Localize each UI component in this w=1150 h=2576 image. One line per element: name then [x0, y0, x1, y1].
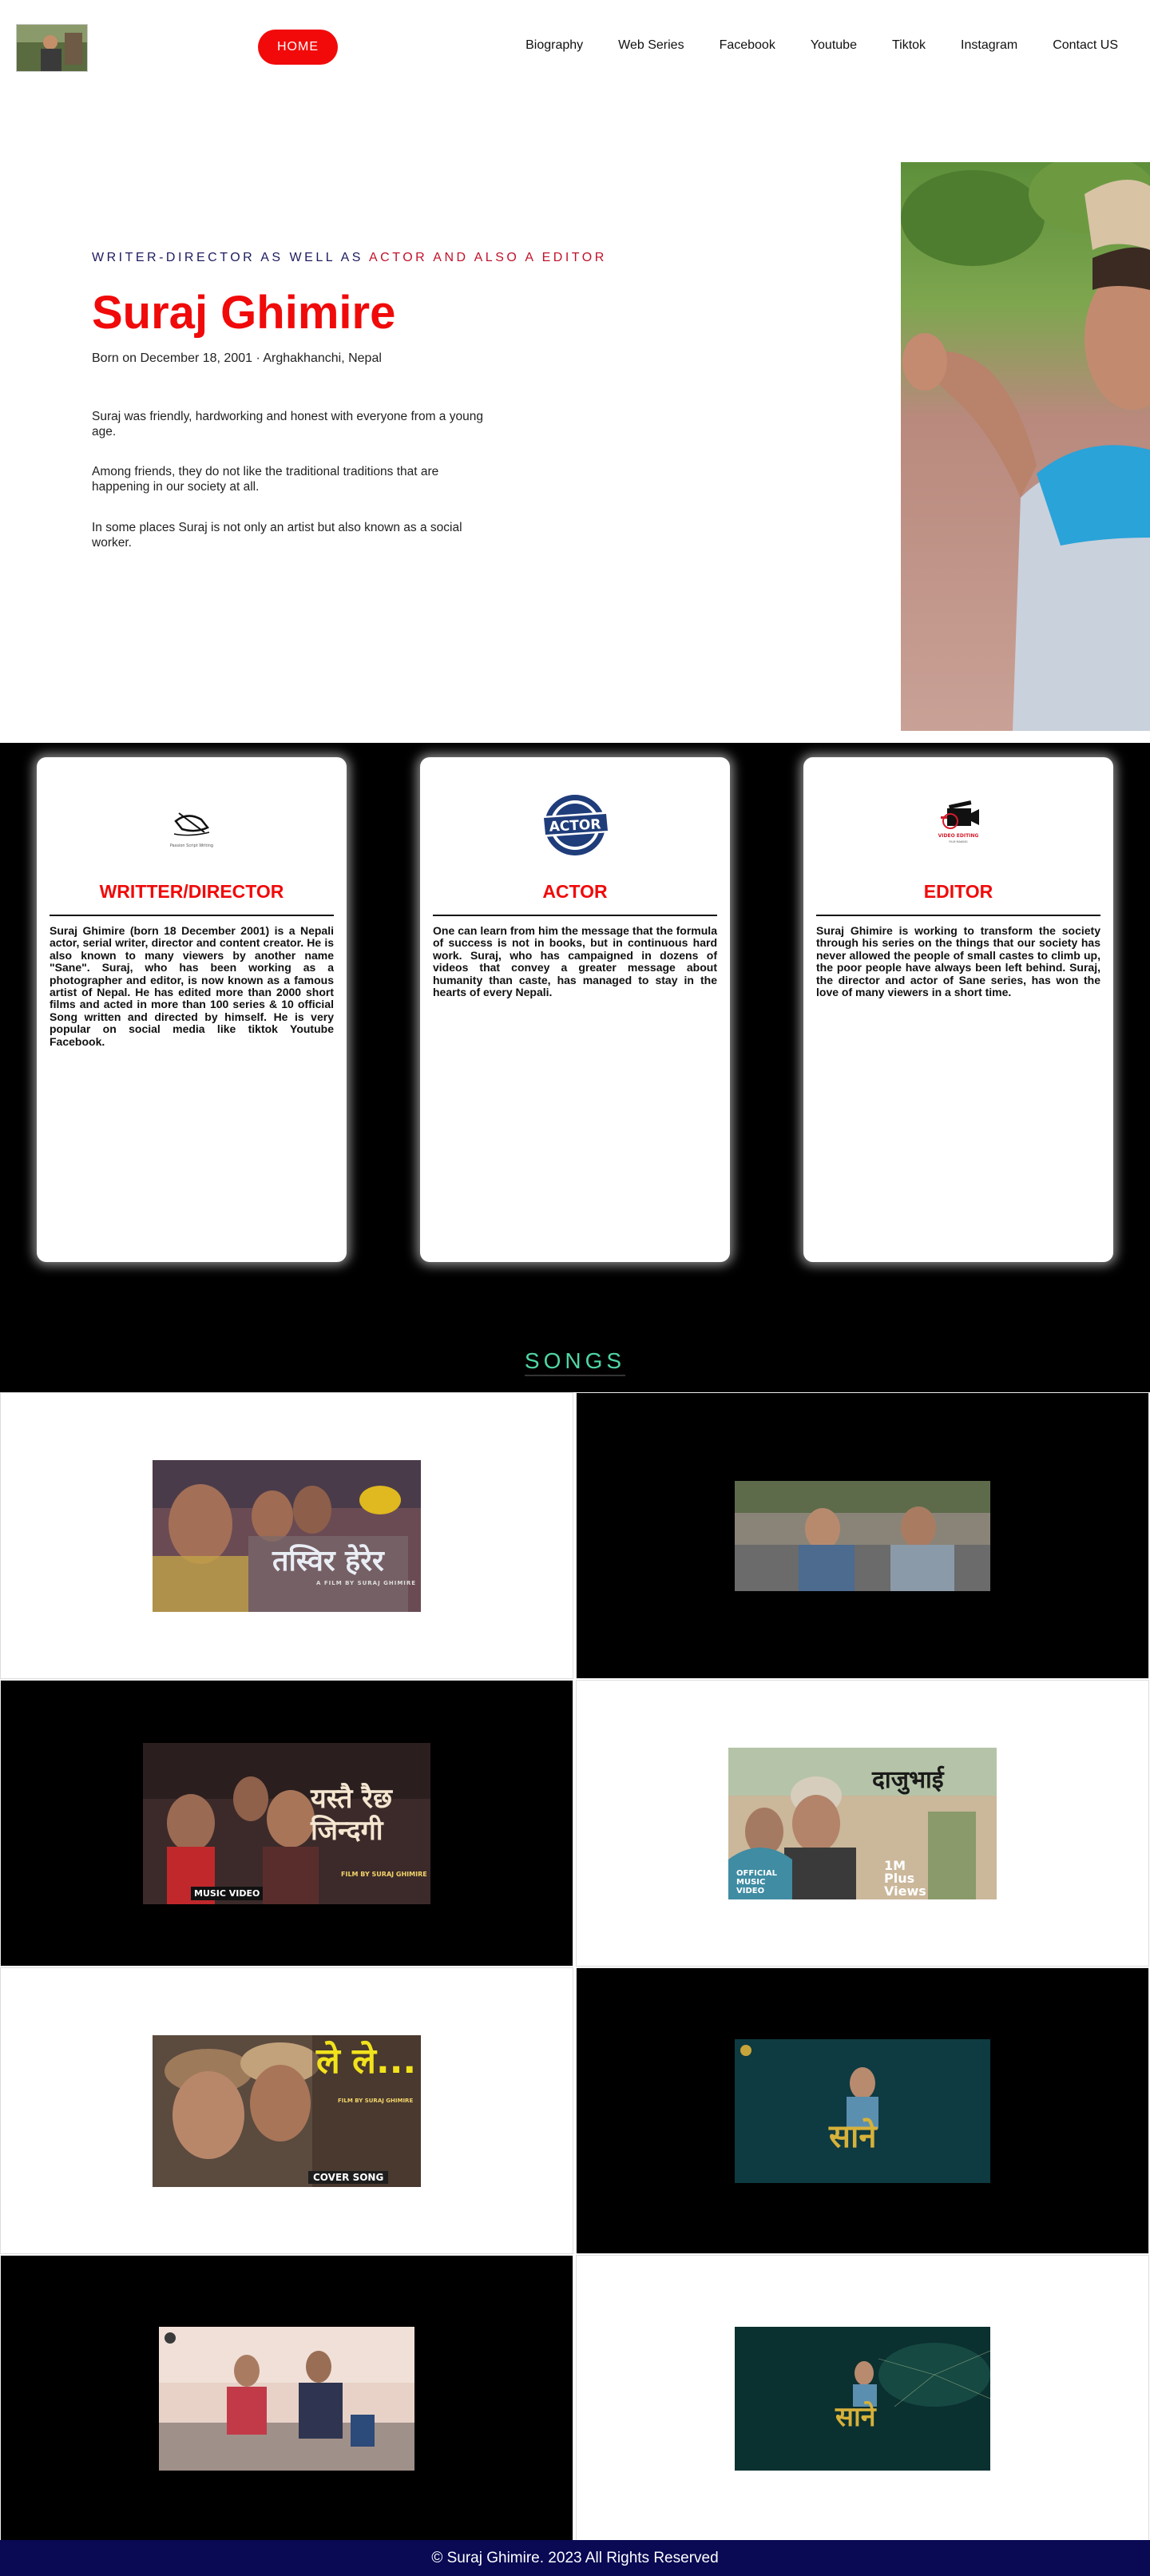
- song-badge: COVER SONG: [308, 2170, 389, 2184]
- nav-link-web-series[interactable]: Web Series: [618, 38, 684, 53]
- song-thumbnail[interactable]: [735, 1480, 990, 1591]
- song-cell: सानेे: [576, 1967, 1149, 2254]
- song-cell: [0, 2255, 573, 2542]
- song-title: ले ले...: [316, 2040, 417, 2082]
- nav-link-tiktok[interactable]: Tiktok: [892, 38, 926, 53]
- song-cell: ले ले... FILM BY SURAJ GHIMIRE COVER SON…: [0, 1967, 573, 2254]
- bio-paragraph: In some places Suraj is not only an arti…: [92, 521, 462, 550]
- song-cell: तस्विर हेरेर A FILM BY SURAJ GHIMIRE: [0, 1392, 573, 1679]
- actor-badge-icon: ACTOR: [535, 789, 615, 861]
- song-subtitle: FILM BY SURAJ GHIMIRE: [338, 2097, 414, 2104]
- song-cell: दाजुभाई OFFICIAL MUSIC VIDEO 1M Plus Vie…: [576, 1680, 1149, 1967]
- song-subtitle: OFFICIAL MUSIC VIDEO: [736, 1868, 778, 1895]
- writing-pen-icon: Passion Script Writing: [152, 789, 232, 861]
- svg-text:VIDEO EDITING: VIDEO EDITING: [938, 833, 979, 839]
- songs-heading: SONGS: [524, 1348, 626, 1376]
- divider: [50, 915, 334, 916]
- card-editor: VIDEO EDITING FILM MAKING EDITOR Suraj G…: [803, 757, 1113, 1262]
- song-subtitle: A FILM BY SURAJ GHIMIRE: [316, 1579, 417, 1586]
- copyright-text: © Suraj Ghimire. 2023 All Rights Reserve…: [431, 2549, 719, 2566]
- song-title: सानेे: [829, 2118, 877, 2155]
- song-badge: MUSIC VIDEO: [191, 1886, 264, 1900]
- hero-section: WRITER-DIRECTOR AS WELL AS ACTOR AND ALS…: [0, 94, 1150, 743]
- roles-section: Passion Script Writing WRITTER/DIRECTOR …: [0, 743, 1150, 1392]
- video-editing-icon: VIDEO EDITING FILM MAKING: [918, 789, 998, 861]
- song-thumbnail[interactable]: यस्तै रैछ जिन्दगी FILM BY SURAJ GHIMIRE …: [143, 1742, 430, 1904]
- song-cell: यस्तै रैछ जिन्दगी FILM BY SURAJ GHIMIRE …: [0, 1680, 573, 1967]
- hero-portrait-photo: [901, 162, 1150, 731]
- svg-text:FILM MAKING: FILM MAKING: [949, 840, 967, 843]
- song-thumbnail[interactable]: दाजुभाई OFFICIAL MUSIC VIDEO 1M Plus Vie…: [728, 1747, 997, 1899]
- home-button[interactable]: HOME: [258, 30, 338, 65]
- song-cell: [576, 1392, 1149, 1679]
- nav-link-contact-us[interactable]: Contact US: [1053, 38, 1118, 53]
- nav-link-facebook[interactable]: Facebook: [720, 38, 775, 53]
- hero-tagline: WRITER-DIRECTOR AS WELL AS ACTOR AND ALS…: [92, 251, 607, 265]
- svg-text:Passion Script Writing: Passion Script Writing: [170, 843, 213, 848]
- songs-grid: तस्विर हेरेर A FILM BY SURAJ GHIMIRE यस्…: [0, 1392, 1150, 2542]
- footer: © Suraj Ghimire. 2023 All Rights Reserve…: [0, 2540, 1150, 2576]
- nav-link-instagram[interactable]: Instagram: [961, 38, 1017, 53]
- top-navbar: HOME Biography Web Series Facebook Youtu…: [0, 0, 1150, 94]
- songs-heading-wrap: SONGS: [0, 1348, 1150, 1376]
- song-badge: 1M Plus Views: [884, 1857, 926, 1899]
- card-description: Suraj Ghimire (born 18 December 2001) is…: [50, 924, 334, 1048]
- card-actor: ACTOR ACTOR One can learn from him the m…: [420, 757, 730, 1262]
- nav-links: Biography Web Series Facebook Youtube Ti…: [490, 38, 1118, 53]
- card-title: EDITOR: [923, 881, 993, 902]
- hero-name: Suraj Ghimire: [92, 287, 396, 339]
- birth-info: Born on December 18, 2001 · Arghakhanchi…: [92, 351, 382, 365]
- song-title: दाजुभाई: [872, 1765, 944, 1794]
- bio-paragraph: Among friends, they do not like the trad…: [92, 465, 439, 494]
- song-thumbnail[interactable]: तस्विर हेरेर A FILM BY SURAJ GHIMIRE: [153, 1459, 421, 1612]
- divider: [433, 915, 717, 916]
- song-title: तस्विर हेरेर: [272, 1544, 384, 1578]
- tagline-part-2: ACTOR AND ALSO A EDITOR: [369, 251, 607, 264]
- divider: [816, 915, 1100, 916]
- song-thumbnail[interactable]: ले ले... FILM BY SURAJ GHIMIRE COVER SON…: [153, 2034, 421, 2187]
- song-cell: साने: [576, 2255, 1149, 2542]
- song-title: साने: [835, 2400, 876, 2433]
- song-title: यस्तै रैछ जिन्दगी: [311, 1782, 392, 1847]
- nav-link-biography[interactable]: Biography: [525, 38, 583, 53]
- card-writer-director: Passion Script Writing WRITTER/DIRECTOR …: [37, 757, 347, 1262]
- song-thumbnail[interactable]: [159, 2326, 414, 2471]
- card-description: One can learn from him the message that …: [433, 924, 717, 999]
- card-description: Suraj Ghimire is working to transform th…: [816, 924, 1100, 999]
- song-thumbnail[interactable]: साने: [735, 2326, 990, 2471]
- tagline-part-1: WRITER-DIRECTOR AS WELL AS: [92, 251, 369, 264]
- nav-link-youtube[interactable]: Youtube: [811, 38, 857, 53]
- site-logo[interactable]: [16, 24, 88, 72]
- svg-text:ACTOR: ACTOR: [549, 816, 601, 835]
- song-subtitle: FILM BY SURAJ GHIMIRE: [341, 1870, 427, 1878]
- card-title: WRITTER/DIRECTOR: [99, 881, 284, 902]
- card-title: ACTOR: [542, 881, 608, 902]
- song-thumbnail[interactable]: सानेे: [735, 2038, 990, 2183]
- bio-paragraph: Suraj was friendly, hardworking and hone…: [92, 410, 483, 439]
